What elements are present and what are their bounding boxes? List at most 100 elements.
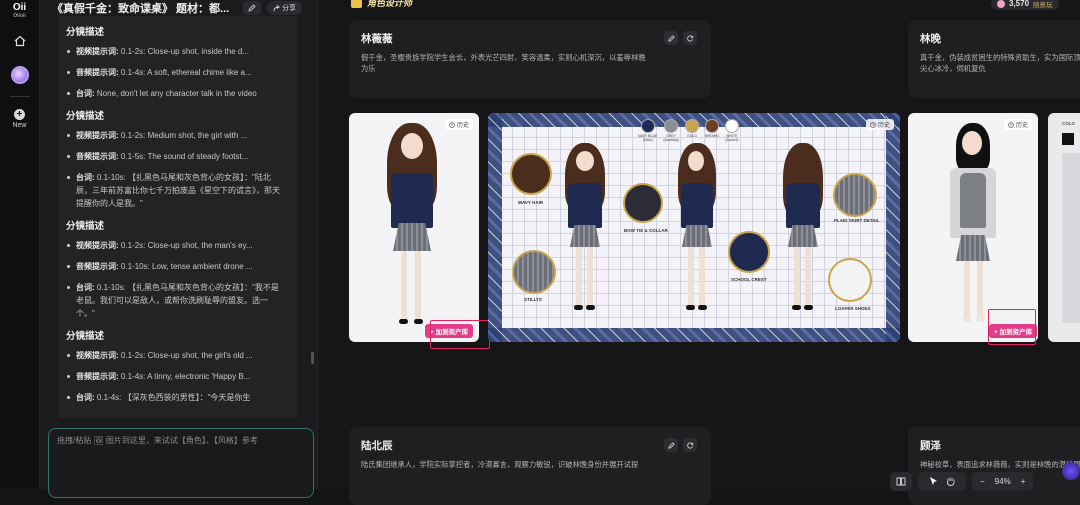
swatch-sub: (Auxiliary): [663, 138, 679, 142]
pencil-icon: [248, 4, 256, 12]
storyboard-item: 视频提示词: 0.1-2s: Medium shot, the girl wit…: [66, 129, 284, 142]
item-key: 视频提示词:: [76, 241, 119, 250]
storyboard-item: 台词: 0.1-10s: 【扎黑色马尾和灰色背心的女孩】："我不是老鼠。我们可以…: [66, 281, 284, 320]
item-key: 音频提示词:: [76, 262, 119, 271]
detail-label: WAVY HAIR: [518, 200, 544, 205]
cursor-icon[interactable]: [929, 476, 938, 486]
item-text: 0.1-2s: Close-up shot, the girl's old ..…: [120, 351, 253, 360]
book-button[interactable]: [890, 471, 912, 491]
item-text: 0.1-4s: 【深灰色西装的男性】："今天是你生: [96, 393, 251, 402]
detail-bow: [623, 183, 663, 223]
detail-skirt: [512, 250, 556, 294]
detail-column: [1062, 153, 1080, 323]
rail-divider: [9, 96, 30, 97]
regenerate-button[interactable]: [683, 438, 697, 452]
color-swatches: NAVY BLUE (Main) GREY (Auxiliary) GOLD BROWN W…: [638, 119, 739, 142]
color-swatch: NAVY BLUE (Main): [638, 119, 657, 142]
storyboard-item: 台词: None, don't let any character talk i…: [66, 87, 284, 100]
storyboard-section-title: 分镜描述: [66, 221, 105, 232]
pencil-icon: [667, 34, 675, 42]
credits-badge[interactable]: 3,570 随意玩: [991, 0, 1059, 10]
history-button[interactable]: 历史: [1003, 119, 1032, 130]
chat-panel: 《真假千金：致命谍桌》 题材：都... 分享 分镜描述 视频提示词: 0.1-2s…: [40, 0, 318, 498]
edit-character-button[interactable]: [664, 438, 678, 452]
prompt-input[interactable]: 拖拽/粘贴 🖼 图片到这里，来试试【角色】、【风格】参考: [48, 428, 314, 498]
item-key: 台词:: [76, 393, 95, 402]
storyboard-item: 视频提示词: 0.1-2s: Close-up shot, inside the…: [66, 45, 284, 58]
storyboard-item: 视频提示词: 0.1-2s: Close-up shot, the man's …: [66, 239, 284, 252]
clock-icon: [449, 121, 455, 128]
storyboard-item: 台词: 0.1-10s: 【扎黑色马尾和灰色背心的女孩】："陆北辰，三年前苏富比…: [66, 171, 284, 210]
character-desc: 假千金，圣樱贵族学院学生会长，外表光芒四射、笑容温柔，实则心机深沉，以羞辱林晚为…: [361, 53, 646, 73]
pencil-icon: [667, 441, 675, 449]
new-button[interactable]: + New: [12, 109, 27, 129]
message-list[interactable]: 分镜描述 视频提示词: 0.1-2s: Close-up shot, inside…: [59, 16, 298, 418]
chat-header: 《真假千金：致命谍桌》 题材：都... 分享: [40, 0, 317, 16]
history-button[interactable]: 历史: [444, 119, 473, 130]
storyboard-item: 音频提示词: 0.1-4s: A soft, ethereal chime li…: [66, 66, 284, 79]
item-key: 台词:: [76, 173, 95, 182]
item-key: 音频提示词:: [76, 372, 119, 381]
prompt-placeholder: 拖拽/粘贴 🖼 图片到这里，来试试【角色】、【风格】参考: [57, 436, 258, 445]
item-key: 音频提示词:: [76, 152, 119, 161]
section-tag: 角色设计师: [351, 0, 412, 9]
tool-group: [918, 471, 966, 491]
storyboard-item: 音频提示词: 0.1-10s: Low, tense ambient drone…: [66, 260, 284, 273]
character-desc: 陆氏集团继承人，学院实际掌控者，冷漠寡言，观察力敏锐，识破林晚身份并展开试探: [361, 460, 639, 469]
color-panel-partial[interactable]: COLO: [1048, 113, 1080, 342]
chat-scrollbar[interactable]: [311, 352, 314, 364]
zoom-control: − 94% +: [972, 471, 1034, 491]
color-swatch: BROWN: [704, 119, 719, 142]
character-card[interactable]: 陆北辰 陆氏集团继承人，学院实际掌控者，冷漠寡言，观察力敏锐，识破林晚身份并展开…: [349, 427, 711, 505]
item-key: 视频提示词:: [76, 131, 119, 140]
share-button[interactable]: 分享: [267, 1, 302, 15]
reference-sheet-image[interactable]: NAVY BLUE (Main) GREY (Auxiliary) GOLD BROWN W…: [488, 113, 900, 342]
character-name: 陆北辰: [361, 440, 393, 452]
detail-label: PLAID SKIRT DETAIL: [834, 218, 880, 223]
highlight-box: [988, 309, 1036, 345]
zoom-in-button[interactable]: +: [1021, 477, 1026, 486]
book-icon: [896, 477, 906, 485]
storyboard-item: 视频提示词: 0.1-2s: Close-up shot, the girl's…: [66, 349, 284, 362]
zoom-out-button[interactable]: −: [980, 477, 985, 486]
detail-loafers: [828, 258, 872, 302]
plus-icon: +: [13, 109, 25, 120]
regenerate-button[interactable]: [683, 31, 697, 45]
zoom-level: 94%: [994, 476, 1011, 486]
detail-wavy-hair: [510, 153, 552, 195]
character-card[interactable]: 林薇薇 假千金，圣樱贵族学院学生会长，外表光芒四射、笑容温柔，实则心机深沉，以羞…: [349, 20, 711, 98]
clock-icon: [870, 121, 876, 128]
designer-icon: [351, 0, 362, 8]
item-text: 0.1-2s: Medium shot, the girl with ...: [120, 131, 248, 140]
item-key: 音频提示词:: [76, 68, 119, 77]
detail-label: BOW TIE & COLLAR: [624, 228, 668, 233]
character-image[interactable]: 历史 + 加到资产库: [908, 113, 1038, 342]
edit-title-button[interactable]: [243, 1, 261, 15]
swatch-sub: (Main): [642, 138, 653, 142]
edit-character-button[interactable]: [664, 31, 678, 45]
detail-label: STILLTS: [524, 297, 542, 302]
item-key: 台词:: [76, 283, 95, 292]
item-text: 0.1-4s: A tinny, electronic 'Happy B...: [120, 372, 251, 381]
detail-crest: [728, 231, 770, 273]
home-icon[interactable]: [9, 30, 31, 52]
app-logo[interactable]: Oii Oiioii: [7, 2, 33, 19]
hand-icon[interactable]: [946, 476, 955, 486]
history-button[interactable]: 历史: [865, 119, 894, 130]
item-key: 视频提示词:: [76, 47, 119, 56]
plan-label: 随意玩: [1033, 1, 1053, 9]
user-avatar[interactable]: [9, 64, 31, 86]
character-desc: 真千金，伪装成贫困生的特殊资助生，实为国际顶尖心冰冷，伺机复仇: [920, 53, 1080, 73]
refresh-icon: [686, 34, 693, 42]
storyboard-item: 台词: 0.1-4s: 【深灰色西装的男性】："今天是你生: [66, 391, 284, 404]
character-image[interactable]: 历史 + 加到资产库: [349, 113, 479, 342]
character-card[interactable]: 顾泽 神秘校草，表面追求林薇薇，实则是林晚的潜伏盟: [908, 427, 1080, 505]
character-card[interactable]: 林晚 真千金，伪装成贫困生的特殊资助生，实为国际顶尖心冰冷，伺机复仇: [908, 20, 1080, 98]
item-key: 台词:: [76, 89, 95, 98]
item-text: None, don't let any character talk in th…: [96, 89, 257, 98]
storyboard-section-title: 分镜描述: [66, 111, 105, 122]
project-title: 《真假千金：致命谍桌》 题材：都...: [52, 3, 230, 15]
storyboard-item: 音频提示词: 0.1-4s: A tinny, electronic 'Happ…: [66, 370, 284, 383]
assistant-icon[interactable]: [1062, 462, 1080, 480]
item-text: 0.1-10s: 【扎黑色马尾和灰色背心的女孩】："陆北辰，三年前苏富比你七千万…: [76, 173, 280, 208]
